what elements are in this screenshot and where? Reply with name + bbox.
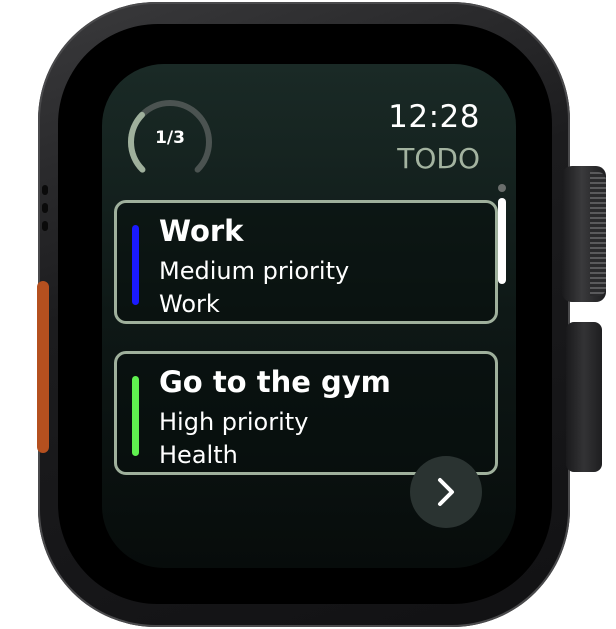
watch-device: 1/3 12:28 TODO Work Medium priority Work… — [0, 0, 616, 629]
progress-label: 1/3 — [155, 128, 185, 148]
next-page-button[interactable] — [410, 456, 482, 528]
chevron-right-icon — [438, 478, 454, 506]
task-card-work[interactable]: Work Medium priority Work — [114, 200, 498, 324]
task-priority: High priority — [159, 408, 309, 436]
clock-time: 12:28 — [388, 99, 480, 135]
digital-crown-ridges — [590, 172, 606, 296]
app-title: TODO — [397, 142, 480, 175]
scroll-indicator[interactable] — [498, 198, 506, 284]
task-title: Work — [159, 214, 244, 248]
task-category: Health — [159, 441, 238, 469]
speaker-hole — [42, 221, 48, 231]
task-priority: Medium priority — [159, 257, 350, 285]
watch-screen: 1/3 12:28 TODO Work Medium priority Work… — [102, 64, 516, 568]
side-button[interactable] — [566, 322, 602, 472]
task-color-bar — [132, 225, 139, 305]
action-button[interactable] — [37, 281, 49, 453]
task-title: Go to the gym — [159, 365, 391, 399]
speaker-hole — [42, 203, 48, 213]
task-color-bar — [132, 376, 139, 456]
task-category: Work — [159, 290, 220, 318]
scroll-indicator-dot — [498, 184, 506, 192]
speaker-hole — [42, 185, 48, 195]
